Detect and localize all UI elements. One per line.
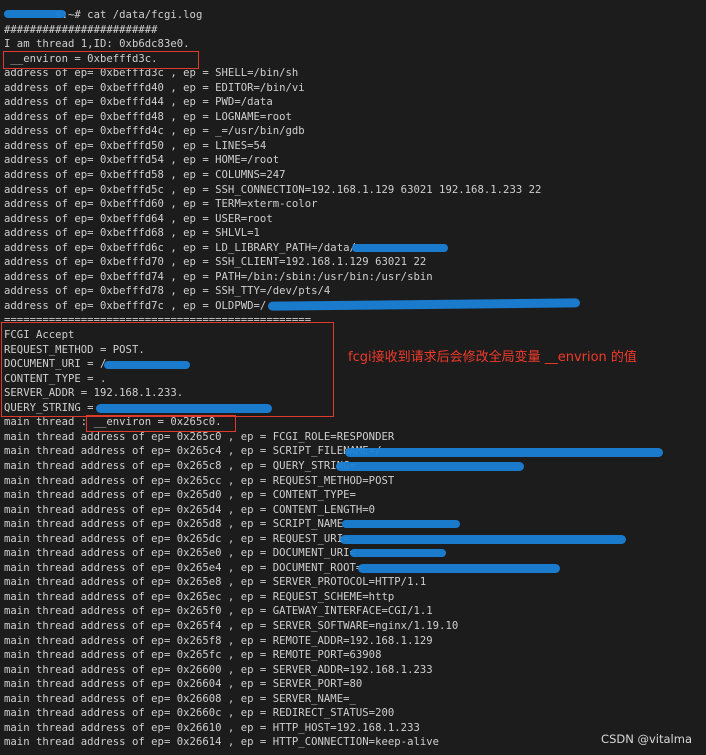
environ-highlight-box — [3, 51, 199, 69]
terminal-line: main thread address of ep= 0x265fc , ep … — [4, 649, 382, 662]
terminal-line: I am thread 1,ID: 0xb6dc83e0. — [4, 38, 190, 51]
terminal-line: address of ep= 0xbefffd78 , ep = SSH_TTY… — [4, 285, 331, 298]
terminal-line: main thread address of ep= 0x265f4 , ep … — [4, 619, 459, 632]
terminal-line: address of ep= 0xbefffd60 , ep = TERM=xt… — [4, 198, 318, 211]
terminal-line: main thread address of ep= 0x265ec , ep … — [4, 590, 395, 603]
redaction-stroke — [340, 535, 626, 544]
terminal-line: address of ep= 0xbefffd50 , ep = LINES=5… — [4, 139, 267, 152]
terminal-line: address of ep= 0xbefffd70 , ep = SSH_CLI… — [4, 256, 427, 269]
fcgi-accept-highlight-box — [1, 322, 334, 417]
terminal-line: address of ep= 0xbefffd5c , ep = SSH_CON… — [4, 183, 542, 196]
terminal-line: main thread address of ep= 0x265c0 , ep … — [4, 430, 395, 443]
redaction-stroke — [336, 462, 524, 471]
terminal-line: main thread address of ep= 0x26608 , ep … — [4, 692, 356, 705]
redaction-stroke — [342, 520, 460, 528]
terminal-line: address of ep= 0xbefffd44 , ep = PWD=/da… — [4, 96, 273, 109]
redaction-stroke — [104, 361, 190, 369]
terminal-line: address of ep= 0xbefffd68 , ep = SHLVL=1 — [4, 227, 260, 240]
redaction-stroke — [345, 448, 663, 457]
terminal-line: main thread address of ep= 0x26604 , ep … — [4, 678, 363, 691]
csdn-watermark: CSDN @vitalma — [601, 732, 692, 746]
terminal-line: address of ep= 0xbefffd40 , ep = EDITOR=… — [4, 81, 305, 94]
terminal-window[interactable]: s:~# cat /data/fcgi.log #################… — [0, 0, 706, 755]
terminal-line: address of ep= 0xbefffd4c , ep = _=/usr/… — [4, 125, 305, 138]
terminal-line: main thread address of ep= 0x26600 , ep … — [4, 663, 433, 676]
terminal-line: main thread address of ep= 0x265d8 , ep … — [4, 518, 344, 531]
terminal-line: main thread address of ep= 0x26610 , ep … — [4, 721, 420, 734]
annotation-note: fcgi接收到请求后会修改全局变量 __envrion 的值 — [348, 350, 637, 365]
terminal-line: address of ep= 0xbefffd58 , ep = COLUMNS… — [4, 169, 286, 182]
terminal-line: main thread address of ep= 0x265d0 , ep … — [4, 489, 356, 502]
terminal-line: main thread address of ep= 0x2660c , ep … — [4, 707, 395, 720]
terminal-line: ######################## — [4, 23, 158, 36]
terminal-line: main thread address of ep= 0x265e0 , ep … — [4, 547, 356, 560]
terminal-line: main thread address of ep= 0x265f0 , ep … — [4, 605, 433, 618]
redaction-stroke — [4, 10, 66, 18]
redaction-stroke — [96, 404, 272, 413]
terminal-line: s:~# cat /data/fcgi.log — [4, 9, 203, 21]
redaction-stroke — [358, 564, 560, 573]
terminal-line: address of ep= 0xbefffd74 , ep = PATH=/b… — [4, 270, 433, 283]
terminal-line: main thread address of ep= 0x265d4 , ep … — [4, 503, 376, 516]
terminal-line: main thread address of ep= 0x265e8 , ep … — [4, 576, 427, 589]
terminal-line: address of ep= 0xbefffd48 , ep = LOGNAME… — [4, 110, 292, 123]
terminal-line: main thread address of ep= 0x26614 , ep … — [4, 736, 440, 749]
terminal-line: address of ep= 0xbefffd64 , ep = USER=ro… — [4, 212, 273, 225]
main-thread-environ-highlight-box — [86, 415, 236, 432]
redaction-stroke — [352, 244, 448, 252]
terminal-line: address of ep= 0xbefffd54 , ep = HOME=/r… — [4, 154, 280, 167]
terminal-line: main thread address of ep= 0x265f8 , ep … — [4, 634, 433, 647]
terminal-line: main thread : __environ = 0x265c0. — [4, 416, 222, 429]
terminal-line: address of ep= 0xbefffd6c , ep = LD_LIBR… — [4, 241, 356, 254]
terminal-line: main thread address of ep= 0x265cc , ep … — [4, 474, 395, 487]
redaction-stroke — [350, 549, 446, 557]
